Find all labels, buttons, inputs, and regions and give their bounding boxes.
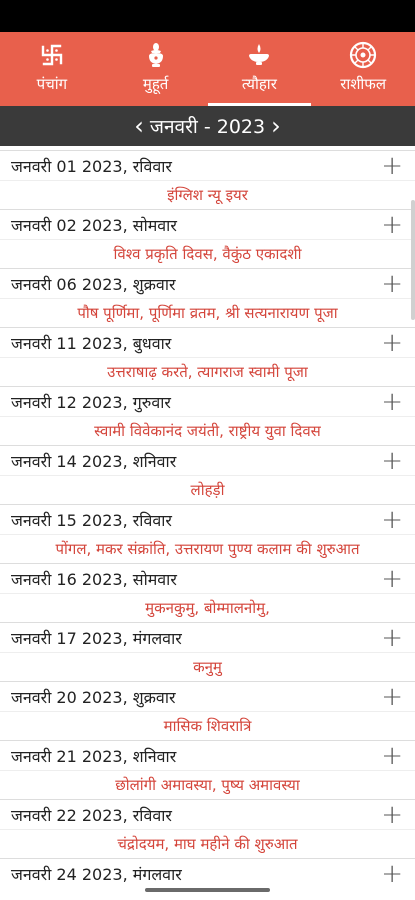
plus-icon[interactable]: + (381, 802, 403, 828)
festival-names: मासिक शिवरात्रि (163, 717, 252, 735)
list-item: जनवरी 15 2023, रविवार + पोंगल, मकर संक्रां… (0, 504, 415, 563)
festival-names: चंद्रोदयम, माघ महीने की शुरुआत (117, 835, 298, 853)
plus-icon[interactable]: + (381, 212, 403, 238)
plus-icon[interactable]: + (381, 271, 403, 297)
list-item: जनवरी 16 2023, सोमवार + मुकनकुमु, बोम्मालन… (0, 563, 415, 622)
festival-names: कनुमु (193, 658, 222, 676)
kalash-icon (141, 40, 171, 70)
festival-row: चंद्रोदयम, माघ महीने की शुरुआत (0, 829, 415, 858)
festival-row: छोलांगी अमावस्या, पुष्य अमावस्या (0, 770, 415, 799)
festival-row: उत्तराषाढ़ करते, त्यागराज स्वामी पूजा (0, 357, 415, 386)
date-label: जनवरी 16 2023, सोमवार (11, 569, 177, 589)
tab-label: पंचांग (36, 75, 68, 93)
date-row[interactable]: जनवरी 11 2023, बुधवार + (0, 327, 415, 357)
festival-row: स्वामी विवेकानंद जयंती, राष्ट्रीय युवा द… (0, 416, 415, 445)
date-label: जनवरी 01 2023, रविवार (11, 156, 172, 176)
list-item: जनवरी 02 2023, सोमवार + विश्व प्रकृति दिवस… (0, 209, 415, 268)
top-tab-bar: पंचांग मुहूर्त त्यौहार राशीफल (0, 32, 415, 106)
gesture-nav-handle[interactable] (145, 888, 270, 892)
month-selector: ‹ जनवरी - 2023 › (0, 106, 415, 146)
swastika-icon (37, 40, 67, 70)
date-label: जनवरी 20 2023, शुक्रवार (11, 687, 176, 707)
plus-icon[interactable]: + (381, 566, 403, 592)
date-row[interactable]: जनवरी 24 2023, मंगलवार + (0, 858, 415, 888)
date-row[interactable]: जनवरी 14 2023, शनिवार + (0, 445, 415, 475)
date-row[interactable]: जनवरी 06 2023, शुक्रवार + (0, 268, 415, 298)
festival-list: जनवरी 01 2023, रविवार + इंग्लिश न्यू इयर जन… (0, 150, 415, 888)
tab-label: राशीफल (340, 75, 387, 93)
festival-row: मुकनकुमु, बोम्मालनोमु, (0, 593, 415, 622)
date-row[interactable]: जनवरी 02 2023, सोमवार + (0, 209, 415, 239)
festival-row: कनुमु (0, 652, 415, 681)
list-item: जनवरी 21 2023, शनिवार + छोलांगी अमावस्या, … (0, 740, 415, 799)
festival-names: इंग्लिश न्यू इयर (167, 186, 248, 204)
date-label: जनवरी 15 2023, रविवार (11, 510, 172, 530)
zodiac-wheel-icon (348, 40, 378, 70)
tab-rashifal[interactable]: राशीफल (311, 32, 415, 106)
date-row[interactable]: जनवरी 16 2023, सोमवार + (0, 563, 415, 593)
tab-label: मुहूर्त (142, 75, 169, 93)
date-label: जनवरी 06 2023, शुक्रवार (11, 274, 176, 294)
tab-label: त्यौहार (241, 75, 277, 93)
list-item: जनवरी 24 2023, मंगलवार + (0, 858, 415, 888)
plus-icon[interactable]: + (381, 625, 403, 651)
list-item: जनवरी 06 2023, शुक्रवार + पौष पूर्णिमा, पू… (0, 268, 415, 327)
date-label: जनवरी 14 2023, शनिवार (11, 451, 177, 471)
festival-names: उत्तराषाढ़ करते, त्यागराज स्वामी पूजा (107, 363, 308, 381)
date-label: जनवरी 21 2023, शनिवार (11, 746, 177, 766)
list-item: जनवरी 01 2023, रविवार + इंग्लिश न्यू इयर (0, 150, 415, 209)
date-row[interactable]: जनवरी 17 2023, मंगलवार + (0, 622, 415, 652)
date-row[interactable]: जनवरी 12 2023, गुरुवार + (0, 386, 415, 416)
festival-row: पोंगल, मकर संक्रांति, उत्तरायण पुण्य कला… (0, 534, 415, 563)
date-label: जनवरी 11 2023, बुधवार (11, 333, 172, 353)
plus-icon[interactable]: + (381, 448, 403, 474)
festival-row: मासिक शिवरात्रि (0, 711, 415, 740)
date-row[interactable]: जनवरी 15 2023, रविवार + (0, 504, 415, 534)
festival-row: विश्व प्रकृति दिवस, वैकुंठ एकादशी (0, 239, 415, 268)
festival-names: लोहड़ी (190, 481, 225, 499)
festival-row: पौष पूर्णिमा, पूर्णिमा व्रतम, श्री सत्यन… (0, 298, 415, 327)
list-item: जनवरी 14 2023, शनिवार + लोहड़ी (0, 445, 415, 504)
date-label: जनवरी 22 2023, रविवार (11, 805, 172, 825)
festival-names: छोलांगी अमावस्या, पुष्य अमावस्या (115, 776, 300, 794)
plus-icon[interactable]: + (381, 861, 403, 887)
tab-tyohar[interactable]: त्यौहार (207, 32, 312, 106)
chevron-left-icon[interactable]: ‹ (128, 106, 150, 146)
list-item: जनवरी 17 2023, मंगलवार + कनुमु (0, 622, 415, 681)
status-bar (0, 0, 415, 32)
list-item: जनवरी 22 2023, रविवार + चंद्रोदयम, माघ मही… (0, 799, 415, 858)
festival-row: लोहड़ी (0, 475, 415, 504)
plus-icon[interactable]: + (381, 389, 403, 415)
festival-names: पौष पूर्णिमा, पूर्णिमा व्रतम, श्री सत्यन… (77, 304, 338, 322)
festival-names: स्वामी विवेकानंद जयंती, राष्ट्रीय युवा द… (94, 422, 321, 440)
list-item: जनवरी 20 2023, शुक्रवार + मासिक शिवरात्रि (0, 681, 415, 740)
plus-icon[interactable]: + (381, 330, 403, 356)
list-item: जनवरी 11 2023, बुधवार + उत्तराषाढ़ करते, त… (0, 327, 415, 386)
plus-icon[interactable]: + (381, 507, 403, 533)
date-label: जनवरी 02 2023, सोमवार (11, 215, 177, 235)
list-item: जनवरी 12 2023, गुरुवार + स्वामी विवेकानंद … (0, 386, 415, 445)
plus-icon[interactable]: + (381, 684, 403, 710)
date-label: जनवरी 17 2023, मंगलवार (11, 628, 182, 648)
tab-panchang[interactable]: पंचांग (0, 32, 104, 106)
festival-row: इंग्लिश न्यू इयर (0, 180, 415, 209)
scrollbar[interactable] (411, 200, 415, 320)
date-row[interactable]: जनवरी 22 2023, रविवार + (0, 799, 415, 829)
festival-names: विश्व प्रकृति दिवस, वैकुंठ एकादशी (113, 245, 302, 263)
chevron-right-icon[interactable]: › (265, 106, 287, 146)
date-label: जनवरी 24 2023, मंगलवार (11, 864, 182, 884)
date-row[interactable]: जनवरी 21 2023, शनिवार + (0, 740, 415, 770)
month-label: जनवरी - 2023 (149, 116, 266, 138)
date-label: जनवरी 12 2023, गुरुवार (11, 392, 171, 412)
festival-names: मुकनकुमु, बोम्मालनोमु, (145, 599, 270, 617)
plus-icon[interactable]: + (381, 153, 403, 179)
plus-icon[interactable]: + (381, 743, 403, 769)
tab-muhurat[interactable]: मुहूर्त (104, 32, 208, 106)
date-row[interactable]: जनवरी 01 2023, रविवार + (0, 150, 415, 180)
festival-names: पोंगल, मकर संक्रांति, उत्तरायण पुण्य कला… (55, 540, 360, 558)
date-row[interactable]: जनवरी 20 2023, शुक्रवार + (0, 681, 415, 711)
diya-icon (244, 40, 274, 70)
